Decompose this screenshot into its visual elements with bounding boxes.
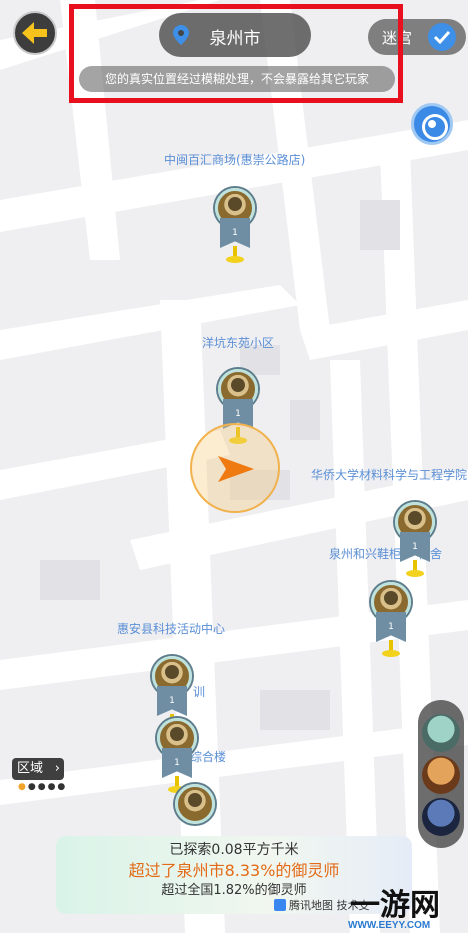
- pin-count: 1: [157, 686, 187, 716]
- watermark-url: WWW.EEYY.COM: [348, 920, 431, 931]
- player-pin[interactable]: 1: [368, 582, 414, 660]
- explored-area: 已探索0.08平方千米: [169, 842, 299, 858]
- pin-count: 1: [162, 748, 192, 778]
- region-label: 区域: [17, 761, 44, 776]
- city-name: 泉州市: [209, 29, 261, 49]
- companion-avatar[interactable]: [422, 756, 460, 794]
- direction-arrow-icon: [218, 456, 254, 482]
- privacy-note: 您的真实位置经过模糊处理，不会暴露给其它玩家: [79, 66, 395, 92]
- pin-count: 1: [400, 532, 430, 562]
- arrow-left-icon: [22, 22, 47, 44]
- watermark-logo: 一游网: [350, 888, 440, 923]
- region-button[interactable]: 区域 ›: [12, 758, 64, 780]
- poi-label: 洋坑东苑小区: [202, 336, 275, 350]
- back-button[interactable]: [13, 11, 57, 55]
- companion-panel: [418, 700, 464, 848]
- player-pin[interactable]: 1: [392, 502, 438, 580]
- poi-label: 中闽百汇商场(惠崇公路店): [164, 153, 306, 167]
- check-icon: [428, 23, 456, 51]
- companion-avatar[interactable]: [422, 798, 460, 836]
- chevron-right-icon: ›: [54, 761, 60, 776]
- city-selector[interactable]: 泉州市: [159, 13, 311, 57]
- city-rank: 超过了泉州市8.33%的御灵师: [128, 861, 340, 880]
- poi-label: 华侨大学材料科学与工程学院: [311, 468, 468, 482]
- avatar: [175, 784, 215, 824]
- companion-avatar[interactable]: [422, 714, 460, 752]
- page-indicator: ●●●●●: [18, 782, 68, 792]
- pin-count: 1: [220, 218, 250, 248]
- pin-count: 1: [376, 612, 406, 642]
- poi-label: 泉州和兴鞋柜: [329, 547, 402, 561]
- locate-button[interactable]: [411, 103, 453, 145]
- site-watermark: 一游网 WWW.EEYY.COM: [346, 880, 468, 933]
- tencent-map-icon: [274, 899, 286, 911]
- player-pin[interactable]: 1: [212, 188, 258, 266]
- current-location-marker: [190, 423, 280, 513]
- poi-label: 惠安县科技活动中心: [117, 622, 226, 636]
